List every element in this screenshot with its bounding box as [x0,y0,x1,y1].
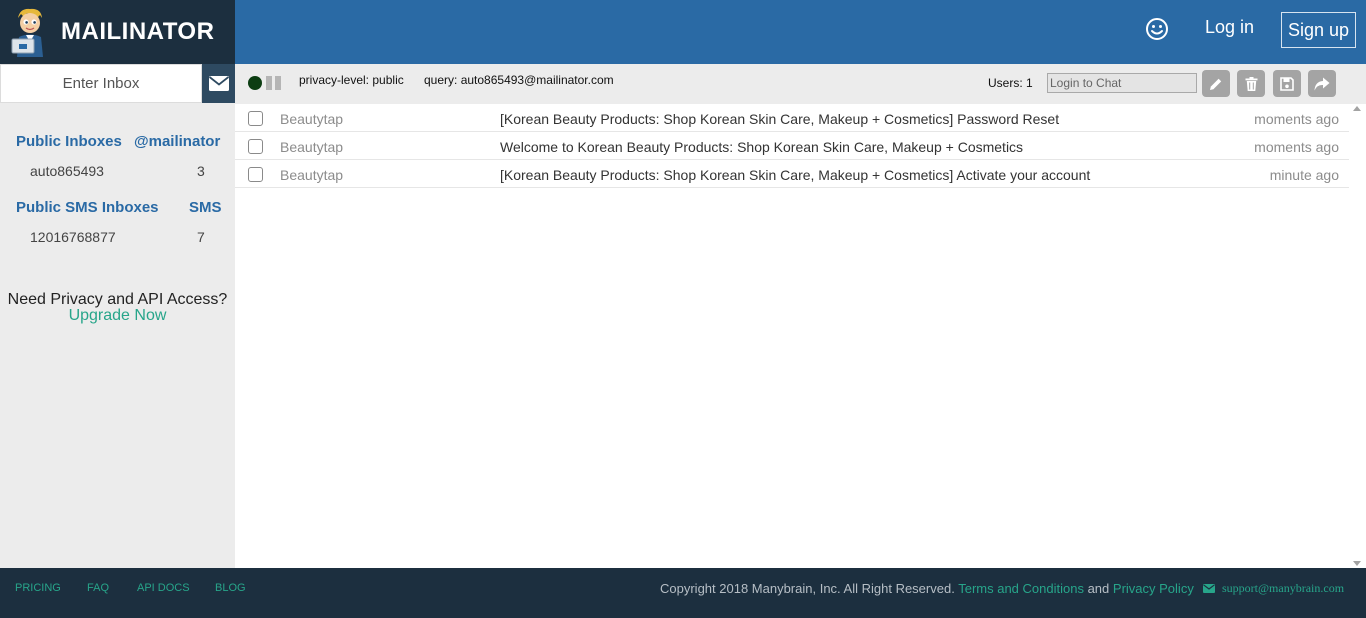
query: query: auto865493@mailinator.com [424,73,614,87]
go-to-inbox-button[interactable] [202,64,235,103]
footer-link-pricing[interactable]: PRICING [15,582,61,594]
and-text: and [1087,581,1110,596]
forward-button[interactable] [1308,70,1336,97]
message-subject: Welcome to Korean Beauty Products: Shop … [500,139,1024,155]
copyright: Copyright 2018 Manybrain, Inc. All Right… [660,581,1194,596]
message-list: Beautytap [Korean Beauty Products: Shop … [235,104,1349,568]
query-value: auto865493@mailinator.com [460,73,614,87]
public-sms-count: 7 [197,229,205,245]
brand-name: MAILINATOR [61,18,215,45]
message-time: minute ago [1269,167,1339,183]
public-inbox-count: 3 [197,163,205,179]
public-inbox-link[interactable]: auto865493 [30,163,104,179]
message-row[interactable]: Beautytap [Korean Beauty Products: Shop … [235,160,1349,188]
public-sms-title: Public SMS Inboxes [16,199,159,216]
public-inboxes-title: Public Inboxes [16,133,122,150]
edit-button[interactable] [1202,70,1230,97]
message-sender: Beautytap [280,167,344,183]
envelope-icon [208,76,229,91]
chat-input[interactable] [1047,73,1197,93]
save-icon [1280,76,1294,91]
message-row[interactable]: Beautytap [Korean Beauty Products: Shop … [235,104,1349,132]
logo[interactable]: MAILINATOR [0,0,235,64]
terms-link[interactable]: Terms and Conditions [958,581,1084,596]
message-checkbox[interactable] [248,167,263,182]
public-sms-label: SMS [189,199,222,216]
scrollbar[interactable] [1349,104,1366,568]
footer-link-faq[interactable]: FAQ [87,582,109,594]
privacy-level-label: privacy-level: [299,73,370,87]
upgrade-link[interactable]: Upgrade Now [0,307,235,325]
privacy-level-value: public [372,73,404,87]
query-label: query: [424,73,458,87]
inbox-toolbar: privacy-level: public query: auto865493@… [235,64,1366,104]
copyright-text: Copyright 2018 Manybrain, Inc. All Right… [660,581,955,596]
inbox-input[interactable] [0,64,202,103]
support-email-link[interactable]: support@manybrain.com [1222,581,1344,596]
mascot-icon [11,8,43,57]
sidebar: Public Inboxes @mailinator auto865493 3 … [0,64,235,568]
top-navbar: MAILINATOR Log in Sign up [0,0,1366,64]
message-checkbox[interactable] [248,139,263,154]
smiley-icon[interactable] [1145,17,1169,41]
envelope-icon [1203,584,1215,593]
scroll-up-arrow-icon[interactable] [1353,106,1361,111]
pencil-icon [1210,78,1222,90]
live-status-icon [248,76,262,90]
footer-link-api-docs[interactable]: API DOCS [137,582,190,594]
message-subject: [Korean Beauty Products: Shop Korean Ski… [500,111,1060,127]
message-time: moments ago [1254,139,1339,155]
users-count: Users: 1 [988,76,1033,90]
pause-icon[interactable] [266,76,281,90]
signup-button[interactable]: Sign up [1281,12,1356,48]
footer: PRICING FAQ API DOCS BLOG Copyright 2018… [0,568,1366,618]
message-sender: Beautytap [280,111,344,127]
privacy-level: privacy-level: public [299,73,404,87]
save-button[interactable] [1273,70,1301,97]
public-inboxes-domain: @mailinator [134,133,221,150]
public-sms-link[interactable]: 12016768877 [30,229,116,245]
message-time: moments ago [1254,111,1339,127]
message-subject: [Korean Beauty Products: Shop Korean Ski… [500,167,1091,183]
message-checkbox[interactable] [248,111,263,126]
delete-button[interactable] [1237,70,1265,97]
login-link[interactable]: Log in [1205,17,1254,38]
footer-link-blog[interactable]: BLOG [215,582,246,594]
message-row[interactable]: Beautytap Welcome to Korean Beauty Produ… [235,132,1349,160]
users-label: Users: [988,76,1023,90]
users-value: 1 [1026,76,1033,90]
message-sender: Beautytap [280,139,344,155]
forward-icon [1314,77,1330,90]
trash-icon [1245,76,1257,91]
scroll-down-arrow-icon[interactable] [1353,561,1361,566]
support-contact: support@manybrain.com [1203,581,1344,596]
privacy-link[interactable]: Privacy Policy [1113,581,1194,596]
